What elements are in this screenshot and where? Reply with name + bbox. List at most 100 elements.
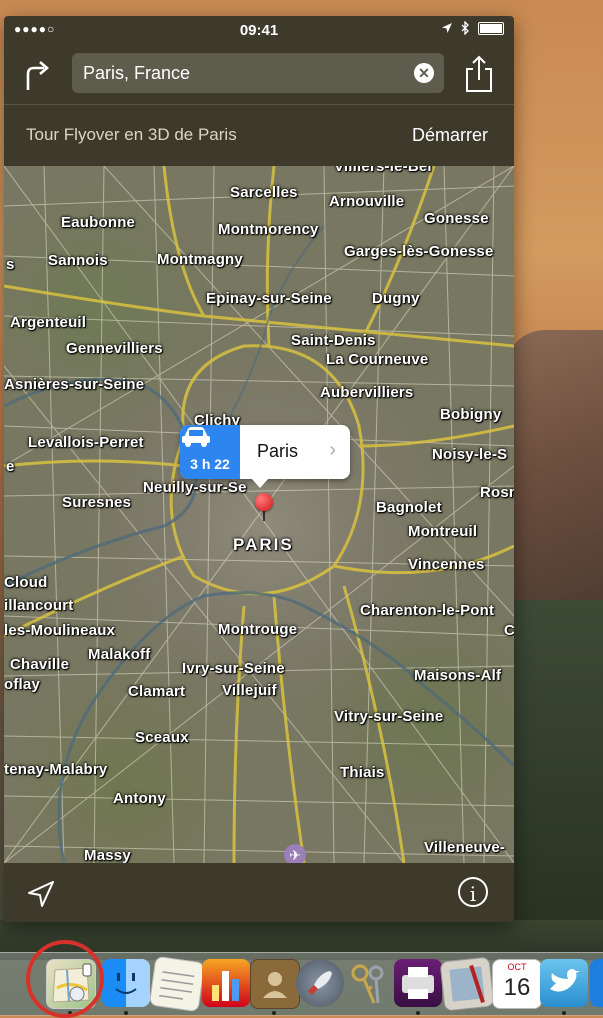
callout-tail — [251, 478, 269, 488]
map-label: Bobigny — [440, 406, 502, 423]
map-label: Sannois — [48, 252, 108, 269]
dock-safari-icon[interactable] — [590, 959, 603, 1007]
map-label: Epinay-sur-Seine — [206, 290, 332, 307]
map-label: Charenton-le-Pont — [360, 602, 495, 619]
location-services-icon — [442, 23, 452, 33]
map-label: Bagnolet — [376, 499, 442, 516]
flyover-start-button[interactable]: Démarrer — [412, 125, 488, 146]
map-label: Villiers-le-Bel — [334, 166, 432, 175]
flyover-bar: Tour Flyover en 3D de Paris Démarrer — [4, 105, 514, 165]
dock-twitter-icon[interactable] — [540, 959, 588, 1007]
location-callout[interactable]: 3 h 22 Paris › — [180, 425, 350, 479]
map-label: Suresnes — [62, 494, 132, 511]
search-input[interactable]: Paris, France ✕ — [72, 53, 444, 93]
map-label: Villejuif — [222, 682, 277, 699]
bluetooth-icon — [461, 21, 469, 35]
map-label: Sarcelles — [230, 184, 298, 201]
map-label: C — [504, 622, 514, 639]
finder-face-icon — [115, 973, 137, 994]
current-location-icon[interactable] — [26, 879, 56, 909]
map-label: Villeneuve- — [424, 839, 506, 856]
map-label: Garges-lès-Gonesse — [344, 243, 494, 260]
highlight-circle — [26, 940, 104, 1018]
map-label: Gennevilliers — [66, 340, 163, 357]
map-label: Arnouville — [329, 193, 405, 210]
dock-preview-icon[interactable] — [439, 956, 495, 1012]
map-label: Malakoff — [88, 646, 151, 663]
bird-icon — [550, 969, 580, 992]
clear-search-icon[interactable]: ✕ — [414, 63, 434, 83]
dock-launchpad-icon[interactable] — [296, 959, 344, 1007]
airport-icon[interactable]: ✈ — [284, 844, 306, 863]
map-view[interactable]: Villiers-le-Bel Sarcelles Arnouville Gon… — [4, 166, 514, 863]
keys-icon — [351, 964, 384, 1004]
info-icon[interactable]: i — [458, 877, 488, 907]
map-label: Cloud — [4, 574, 48, 591]
share-icon[interactable] — [464, 54, 494, 94]
map-label: Montrouge — [218, 621, 298, 638]
running-indicator — [272, 1011, 276, 1015]
printer-icon — [402, 967, 434, 999]
map-label: Thiais — [340, 764, 385, 781]
dock-textedit-icon[interactable] — [148, 955, 206, 1013]
map-label: Gonesse — [424, 210, 489, 227]
map-label: Chaville — [10, 656, 70, 673]
status-icons — [441, 21, 504, 35]
drive-eta-button[interactable]: 3 h 22 — [180, 425, 240, 479]
map-label: Vitry-sur-Seine — [334, 708, 444, 725]
chevron-right-icon[interactable]: › — [329, 439, 336, 462]
map-label: Massy — [84, 847, 131, 863]
rocket-icon — [308, 971, 332, 995]
map-label-paris: PARIS — [233, 535, 294, 554]
map-label: Aubervilliers — [320, 384, 414, 401]
map-label: Levallois-Perret — [28, 434, 144, 451]
car-icon — [182, 427, 210, 447]
map-label: Antony — [113, 790, 166, 807]
flyover-label: Tour Flyover en 3D de Paris — [26, 125, 237, 144]
map-label: Montreuil — [408, 523, 478, 540]
map-label: Noisy-le-S — [432, 446, 508, 463]
map-label: Rosn — [480, 484, 514, 501]
battery-icon — [478, 21, 504, 35]
calendar-day: 16 — [503, 974, 531, 1001]
map-label: tenay-Malabry — [4, 761, 108, 778]
callout-place-name: Paris — [257, 441, 299, 461]
dock-numbers-icon[interactable] — [202, 959, 250, 1007]
map-label: Clamart — [128, 683, 186, 700]
directions-icon[interactable] — [22, 58, 52, 92]
dock-contacts-icon[interactable] — [250, 959, 300, 1009]
running-indicator — [124, 1011, 128, 1015]
dock-finder-icon[interactable] — [102, 959, 150, 1007]
map-label: e — [6, 458, 15, 475]
map-label: Saint-Denis — [291, 332, 376, 349]
location-pin-icon[interactable] — [255, 493, 273, 511]
search-value: Paris, France — [83, 63, 191, 83]
map-label: Neuilly-sur-Se — [143, 479, 247, 496]
dock-calendar-icon[interactable]: OCT 16 — [492, 959, 542, 1009]
dock-keychain-icon[interactable] — [344, 959, 392, 1007]
dock-screen-capture-icon[interactable] — [394, 959, 442, 1007]
map-label: Montmorency — [218, 221, 319, 238]
map-label: illancourt — [4, 597, 74, 614]
contacts-icon — [263, 972, 287, 998]
map-label: Dugny — [372, 290, 420, 307]
map-label: La Courneuve — [326, 351, 429, 368]
desktop-cliff — [505, 330, 603, 630]
map-label: les-Moulineaux — [4, 622, 116, 639]
status-time: 09:41 — [239, 22, 279, 39]
desktop-forest — [505, 600, 603, 960]
running-indicator — [562, 1011, 566, 1015]
map-label: Vincennes — [408, 556, 485, 573]
map-label: Asnières-sur-Seine — [4, 376, 145, 393]
bottom-toolbar: i — [4, 863, 514, 922]
maps-window: ●●●●○ 09:41 Paris, France ✕ Tour Flyover… — [4, 16, 514, 922]
status-bar: ●●●●○ 09:41 — [4, 16, 514, 44]
calendar-month: OCT — [507, 962, 527, 972]
map-label: Eaubonne — [61, 214, 136, 231]
map-label: Sceaux — [135, 729, 189, 746]
map-label: Ivry-sur-Seine — [182, 660, 285, 677]
map-label: s — [6, 256, 15, 273]
bar-chart-icon — [212, 971, 239, 1001]
notes-lines-icon — [159, 971, 195, 1000]
map-label: oflay — [4, 676, 41, 693]
